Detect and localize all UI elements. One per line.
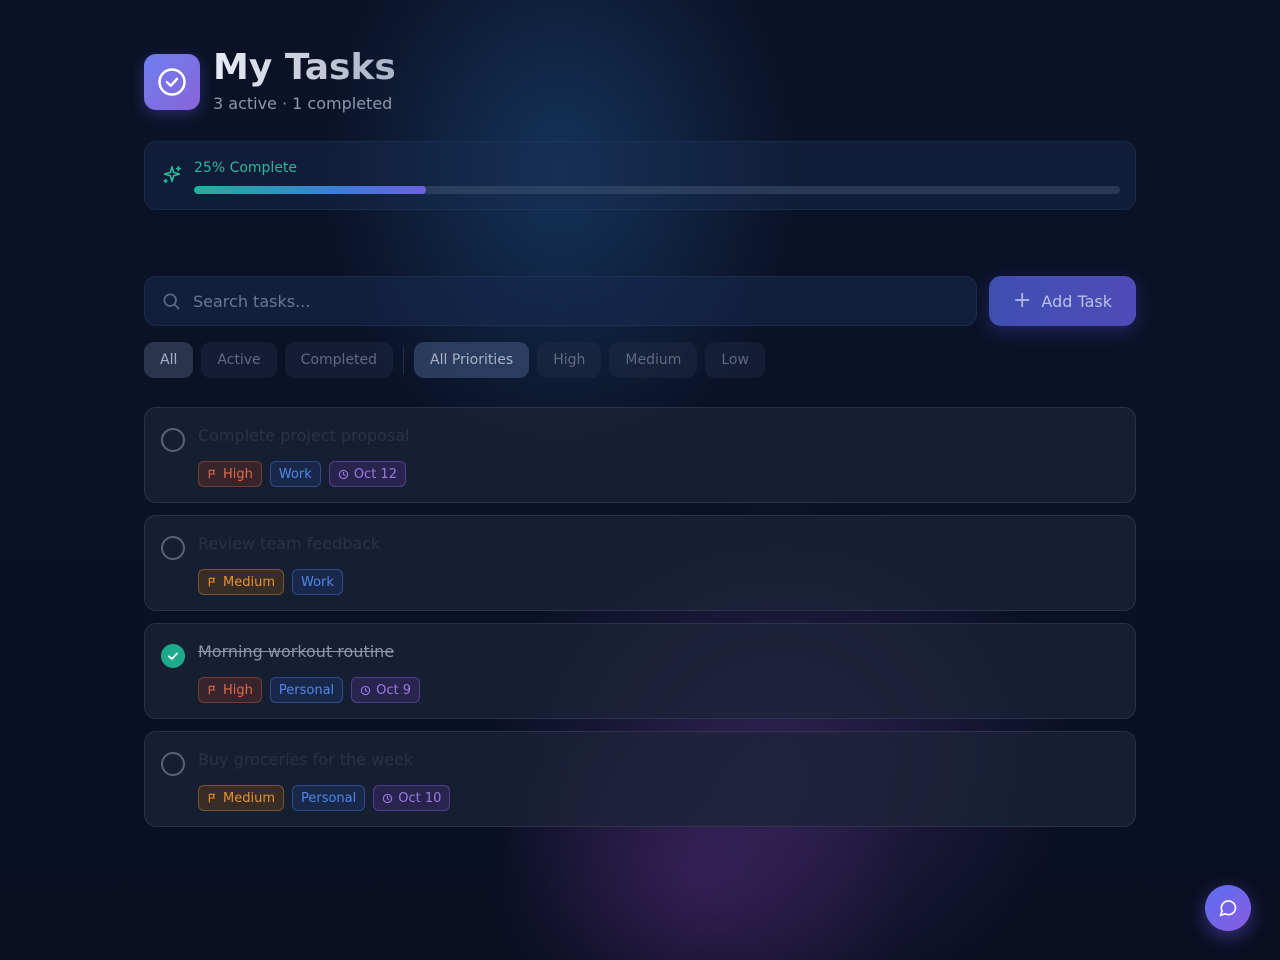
task-title: Complete project proposal xyxy=(198,426,410,445)
task-checkbox-checked[interactable] xyxy=(161,644,185,668)
task-summary: 3 active · 1 completed xyxy=(213,94,393,113)
task-tags: Medium Work xyxy=(198,569,343,595)
task-checkbox[interactable] xyxy=(161,428,185,452)
category-badge: Personal xyxy=(291,785,366,811)
app-logo xyxy=(144,54,200,110)
filter-bar: All Active Completed All Priorities High… xyxy=(144,342,773,378)
task-title: Buy groceries for the week xyxy=(198,750,414,769)
priority-badge: High xyxy=(198,677,262,703)
sparkles-icon xyxy=(163,165,182,184)
task-title: Morning workout routine xyxy=(198,642,395,661)
flag-icon xyxy=(208,793,215,803)
flag-icon xyxy=(208,685,215,695)
priority-label: Medium xyxy=(223,574,275,590)
due-date-label: Oct 9 xyxy=(376,682,412,698)
progress-card: 25% Complete xyxy=(144,141,1136,210)
flag-icon xyxy=(208,577,215,587)
task-tags: Medium Personal Oct 10 xyxy=(198,785,451,811)
chat-button[interactable] xyxy=(1205,885,1251,931)
header-titles: My Tasks 3 active · 1 completed xyxy=(213,47,396,114)
task-card[interactable]: Complete project proposal High Work Oct … xyxy=(144,407,1136,503)
priority-label: High xyxy=(223,466,253,482)
clock-icon xyxy=(383,793,393,803)
task-card[interactable]: Review team feedback Medium Work xyxy=(144,515,1136,611)
task-checkbox[interactable] xyxy=(161,752,185,776)
task-tags: High Work Oct 12 xyxy=(198,461,406,487)
clock-icon xyxy=(360,685,371,695)
search-bar xyxy=(144,276,977,326)
filter-status-completed[interactable]: Completed xyxy=(284,342,394,378)
filter-priority-high[interactable]: High xyxy=(537,342,602,378)
filter-divider xyxy=(403,346,405,374)
priority-badge: Medium xyxy=(198,569,284,595)
category-badge: Work xyxy=(269,461,321,487)
progress-fill xyxy=(194,186,426,194)
check-circle-icon xyxy=(158,68,186,96)
task-checkbox[interactable] xyxy=(161,536,185,560)
priority-badge: High xyxy=(198,461,262,487)
task-title: Review team feedback xyxy=(198,534,381,553)
plus-icon: + xyxy=(1012,288,1032,313)
task-tags: High Personal Oct 9 xyxy=(198,677,421,703)
priority-label: High xyxy=(223,682,253,698)
priority-label: Medium xyxy=(223,790,275,806)
due-date-badge: Oct 10 xyxy=(373,785,451,811)
filter-priority-low[interactable]: Low xyxy=(705,342,765,378)
page-header: My Tasks 3 active · 1 completed xyxy=(144,48,396,113)
due-date-badge: Oct 9 xyxy=(351,677,421,703)
chat-bubble-icon xyxy=(1219,900,1237,917)
filter-priority-medium[interactable]: Medium xyxy=(609,342,698,378)
flag-icon xyxy=(208,469,215,479)
task-card[interactable]: Buy groceries for the week Medium Person… xyxy=(144,731,1136,827)
search-icon xyxy=(161,291,181,311)
search-input[interactable] xyxy=(193,291,953,311)
due-date-label: Oct 12 xyxy=(353,466,397,482)
filter-priority-all[interactable]: All Priorities xyxy=(414,342,530,378)
category-badge: Personal xyxy=(269,677,344,703)
category-badge: Work xyxy=(291,569,343,595)
progress-track xyxy=(194,186,1120,194)
clock-icon xyxy=(338,469,348,479)
progress-label: 25% Complete xyxy=(194,160,298,176)
due-date-label: Oct 10 xyxy=(398,790,442,806)
add-task-label: Add Task xyxy=(1041,291,1113,311)
task-card[interactable]: Morning workout routine High Personal Oc… xyxy=(144,623,1136,719)
filter-status-active[interactable]: Active xyxy=(201,342,277,378)
priority-badge: Medium xyxy=(198,785,284,811)
page-title: My Tasks xyxy=(213,47,396,88)
add-task-button[interactable]: + Add Task xyxy=(989,276,1136,326)
due-date-badge: Oct 12 xyxy=(328,461,406,487)
checkmark-icon xyxy=(168,652,178,660)
filter-status-all[interactable]: All xyxy=(144,342,194,378)
